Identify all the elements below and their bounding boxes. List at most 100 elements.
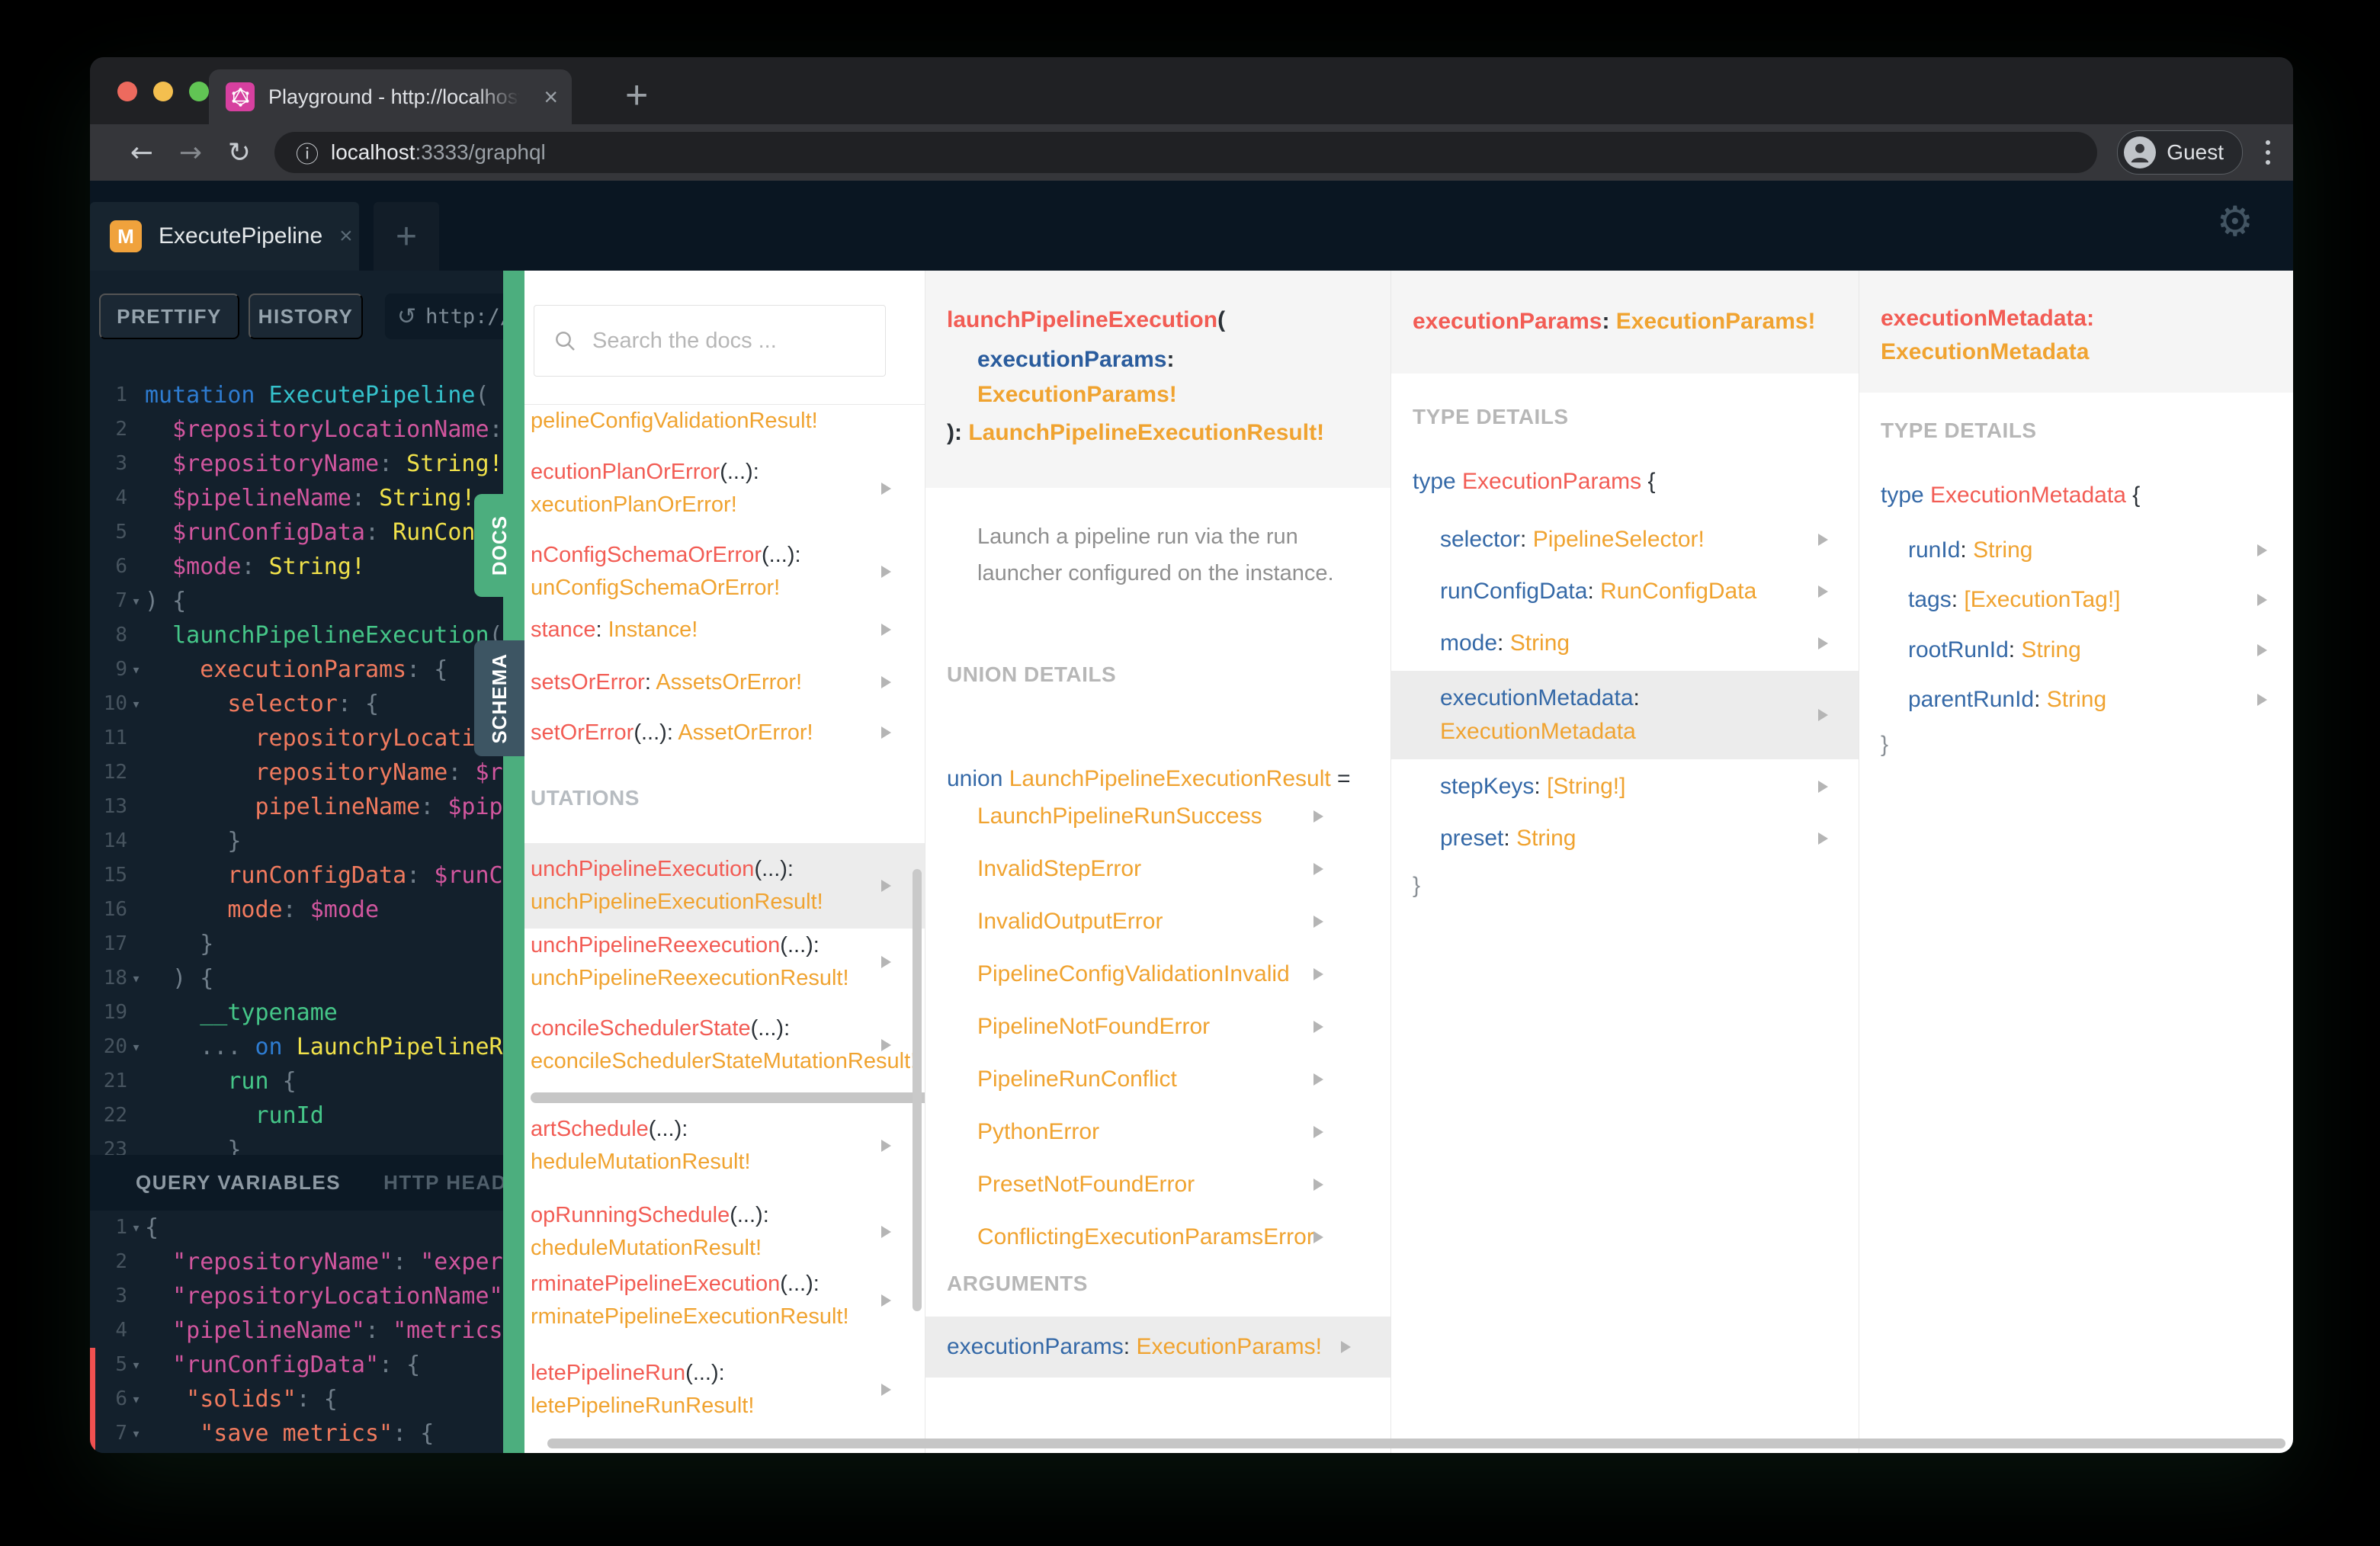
address-bar[interactable]: ⓘ localhost:3333/graphql [274, 132, 2098, 173]
docs-field-item[interactable]: opRunningSchedule(...): cheduleMutationRe… [524, 1199, 925, 1265]
fold-arrow-icon[interactable]: ▾ [127, 961, 145, 996]
editor-line[interactable]: 7 ▾ "save metrics": { [90, 1416, 503, 1451]
docs-search-input[interactable]: Search the docs ... [534, 305, 886, 377]
editor-line[interactable]: 6 $mode: String! [90, 550, 503, 584]
docs-field-item[interactable]: artSchedule(...): heduleMutationResult! [524, 1113, 925, 1179]
back-icon[interactable]: ← [117, 137, 166, 168]
tab-http-headers[interactable]: HTTP HEADERS [383, 1171, 503, 1195]
editor-line[interactable]: 8 launchPipelineExecution( [90, 618, 503, 653]
union-member-item[interactable]: ConflictingExecutionParamsError [925, 1211, 1390, 1263]
docs-field-item[interactable]: ecutionPlanOrError(...): xecutionPlanOrEr… [524, 456, 925, 521]
type-field-item[interactable]: runId: String [1908, 534, 2293, 566]
editor-line[interactable]: 3 "repositoryLocationName": [90, 1279, 503, 1313]
settings-gear-icon[interactable]: ⚙ [2217, 197, 2253, 245]
playground-tab-close-icon[interactable]: × [339, 223, 353, 249]
query-editor[interactable]: 1 mutation ExecutePipeline(2 $repositoryL… [90, 378, 503, 1155]
docs-tab[interactable]: DOCS [474, 494, 524, 597]
editor-line[interactable]: 5 $runConfigData: RunConfigData! [90, 515, 503, 550]
editor-line[interactable]: 3 $repositoryName: String! [90, 447, 503, 481]
window-minimize-button[interactable] [153, 82, 173, 101]
docs-field-item[interactable]: unchPipelineExecution(...): unchPipelineE… [524, 843, 925, 929]
editor-line[interactable]: 16 mode: $mode [90, 893, 503, 927]
docs-field-item[interactable]: concileSchedulerState(...): econcileSched… [524, 1012, 925, 1078]
editor-line[interactable]: 6 ▾ "solids": { [90, 1382, 503, 1416]
tab-close-icon[interactable]: × [544, 85, 558, 109]
endpoint-input[interactable]: ↺ http://loc [385, 293, 503, 339]
editor-line[interactable]: 15 runConfigData: $runConfigData [90, 858, 503, 893]
type-field-item[interactable]: parentRunId: String [1908, 684, 2293, 716]
playground-tab-executepipeline[interactable]: M ExecutePipeline × [90, 202, 359, 271]
new-tab-button[interactable]: + [625, 72, 648, 118]
docs-field-item[interactable]: unchPipelineReexecution(...): unchPipelin… [524, 929, 925, 995]
editor-line[interactable]: 4 $pipelineName: String! [90, 481, 503, 515]
tab-query-variables[interactable]: QUERY VARIABLES [136, 1171, 341, 1195]
editor-line[interactable]: 10 ▾ selector: { [90, 687, 503, 721]
editor-line[interactable]: 9 ▾ executionParams: { [90, 653, 503, 687]
site-info-icon[interactable]: ⓘ [296, 136, 319, 169]
docs-field-item[interactable]: nConfigSchemaOrError(...): unConfigSchema… [524, 539, 925, 605]
union-member-item[interactable]: InvalidOutputError [925, 895, 1390, 948]
window-zoom-button[interactable] [189, 82, 209, 101]
editor-line[interactable]: 1 mutation ExecutePipeline( [90, 378, 503, 412]
profile-button[interactable]: Guest [2117, 130, 2243, 175]
editor-line[interactable]: 1 ▾{ [90, 1211, 503, 1245]
fold-arrow-icon[interactable]: ▾ [127, 1416, 145, 1451]
fold-arrow-icon[interactable]: ▾ [127, 1382, 145, 1416]
argument-row-selected[interactable]: executionParams: ExecutionParams! [925, 1317, 1390, 1378]
union-member-item[interactable]: PythonError [925, 1105, 1390, 1158]
docs-field-item[interactable]: setsOrError: AssetsOrError! [524, 666, 925, 698]
browser-tab[interactable]: Playground - http://localhost:3 × [209, 69, 572, 124]
editor-line[interactable]: 21 run { [90, 1064, 503, 1099]
type-field-item[interactable]: rootRunId: String [1908, 634, 2293, 666]
union-member-item[interactable]: PipelineNotFoundError [925, 1000, 1390, 1053]
fold-arrow-icon[interactable]: ▾ [127, 653, 145, 687]
editor-line[interactable]: 13 pipelineName: $pipelineName [90, 790, 503, 824]
type-field-item[interactable]: preset: String [1440, 823, 1859, 855]
union-member-item[interactable]: InvalidStepError [925, 842, 1390, 895]
docs-field-item[interactable]: letePipelineRun(...): letePipelineRunResu… [524, 1357, 925, 1423]
fold-arrow-icon[interactable]: ▾ [127, 687, 145, 721]
union-member-item[interactable]: LaunchPipelineRunSuccess [925, 790, 1390, 842]
type-field-item[interactable]: tags: [ExecutionTag!] [1908, 584, 2293, 616]
prettify-button[interactable]: PRETTIFY [99, 293, 239, 339]
refresh-icon[interactable]: ↻ [215, 137, 264, 168]
editor-line[interactable]: 19 __typename [90, 996, 503, 1030]
editor-line[interactable]: 2 "repositoryName": "exper [90, 1245, 503, 1279]
type-field-item[interactable]: mode: String [1440, 627, 1859, 659]
type-field-item[interactable]: selector: PipelineSelector! [1440, 524, 1859, 556]
editor-line[interactable]: 7 ▾) { [90, 584, 503, 618]
history-button[interactable]: HISTORY [249, 293, 363, 339]
docs-field-item[interactable]: rminatePipelineExecution(...): rminatePip… [524, 1268, 925, 1333]
editor-line[interactable]: 18 ▾ ) { [90, 961, 503, 996]
editor-line[interactable]: 20▾ ... on LaunchPipelineRunSuccess { [90, 1030, 503, 1064]
union-member-item[interactable]: PipelineRunConflict [925, 1053, 1390, 1105]
fold-arrow-icon[interactable]: ▾ [127, 584, 145, 618]
editor-line[interactable]: 23 } [90, 1133, 503, 1155]
editor-line[interactable]: 2 $repositoryLocationName: String! [90, 412, 503, 447]
schema-tab[interactable]: SCHEMA [474, 640, 524, 756]
docs-vertical-scrollbar[interactable] [913, 869, 922, 1311]
editor-line[interactable]: 5 ▾ "runConfigData": { [90, 1348, 503, 1382]
browser-menu-icon[interactable] [2266, 140, 2270, 165]
editor-line[interactable]: 4 "pipelineName": "metrics [90, 1313, 503, 1348]
editor-line[interactable]: 11 repositoryLocationName: $repositoryLo… [90, 721, 503, 755]
window-close-button[interactable] [117, 82, 137, 101]
fold-arrow-icon[interactable]: ▾ [127, 1211, 145, 1245]
list-horizontal-scrollbar[interactable] [531, 1092, 925, 1103]
forward-icon[interactable]: → [166, 137, 215, 168]
fold-arrow-icon[interactable]: ▾ [127, 1030, 145, 1064]
editor-line[interactable]: 14 } [90, 824, 503, 858]
playground-new-tab-button[interactable]: + [374, 202, 439, 271]
fold-arrow-icon[interactable]: ▾ [127, 1348, 145, 1382]
docs-field-item[interactable]: stance: Instance! [524, 614, 925, 646]
reload-schema-icon[interactable]: ↺ [397, 303, 416, 330]
union-member-item[interactable]: PresetNotFoundError [925, 1158, 1390, 1211]
editor-line[interactable]: 12 repositoryName: $repositoryName [90, 755, 503, 790]
type-field-item[interactable]: stepKeys: [String!] [1440, 771, 1859, 803]
docs-field-item[interactable]: setOrError(...): AssetOrError! [524, 717, 925, 749]
union-member-item[interactable]: PipelineConfigValidationInvalid [925, 948, 1390, 1000]
type-field-item-selected[interactable]: executionMetadata: ExecutionMetadata [1391, 671, 1859, 759]
editor-line[interactable]: 22 runId [90, 1099, 503, 1133]
editor-line[interactable]: 17 } [90, 927, 503, 961]
docs-horizontal-scrollbar[interactable] [547, 1439, 2285, 1448]
